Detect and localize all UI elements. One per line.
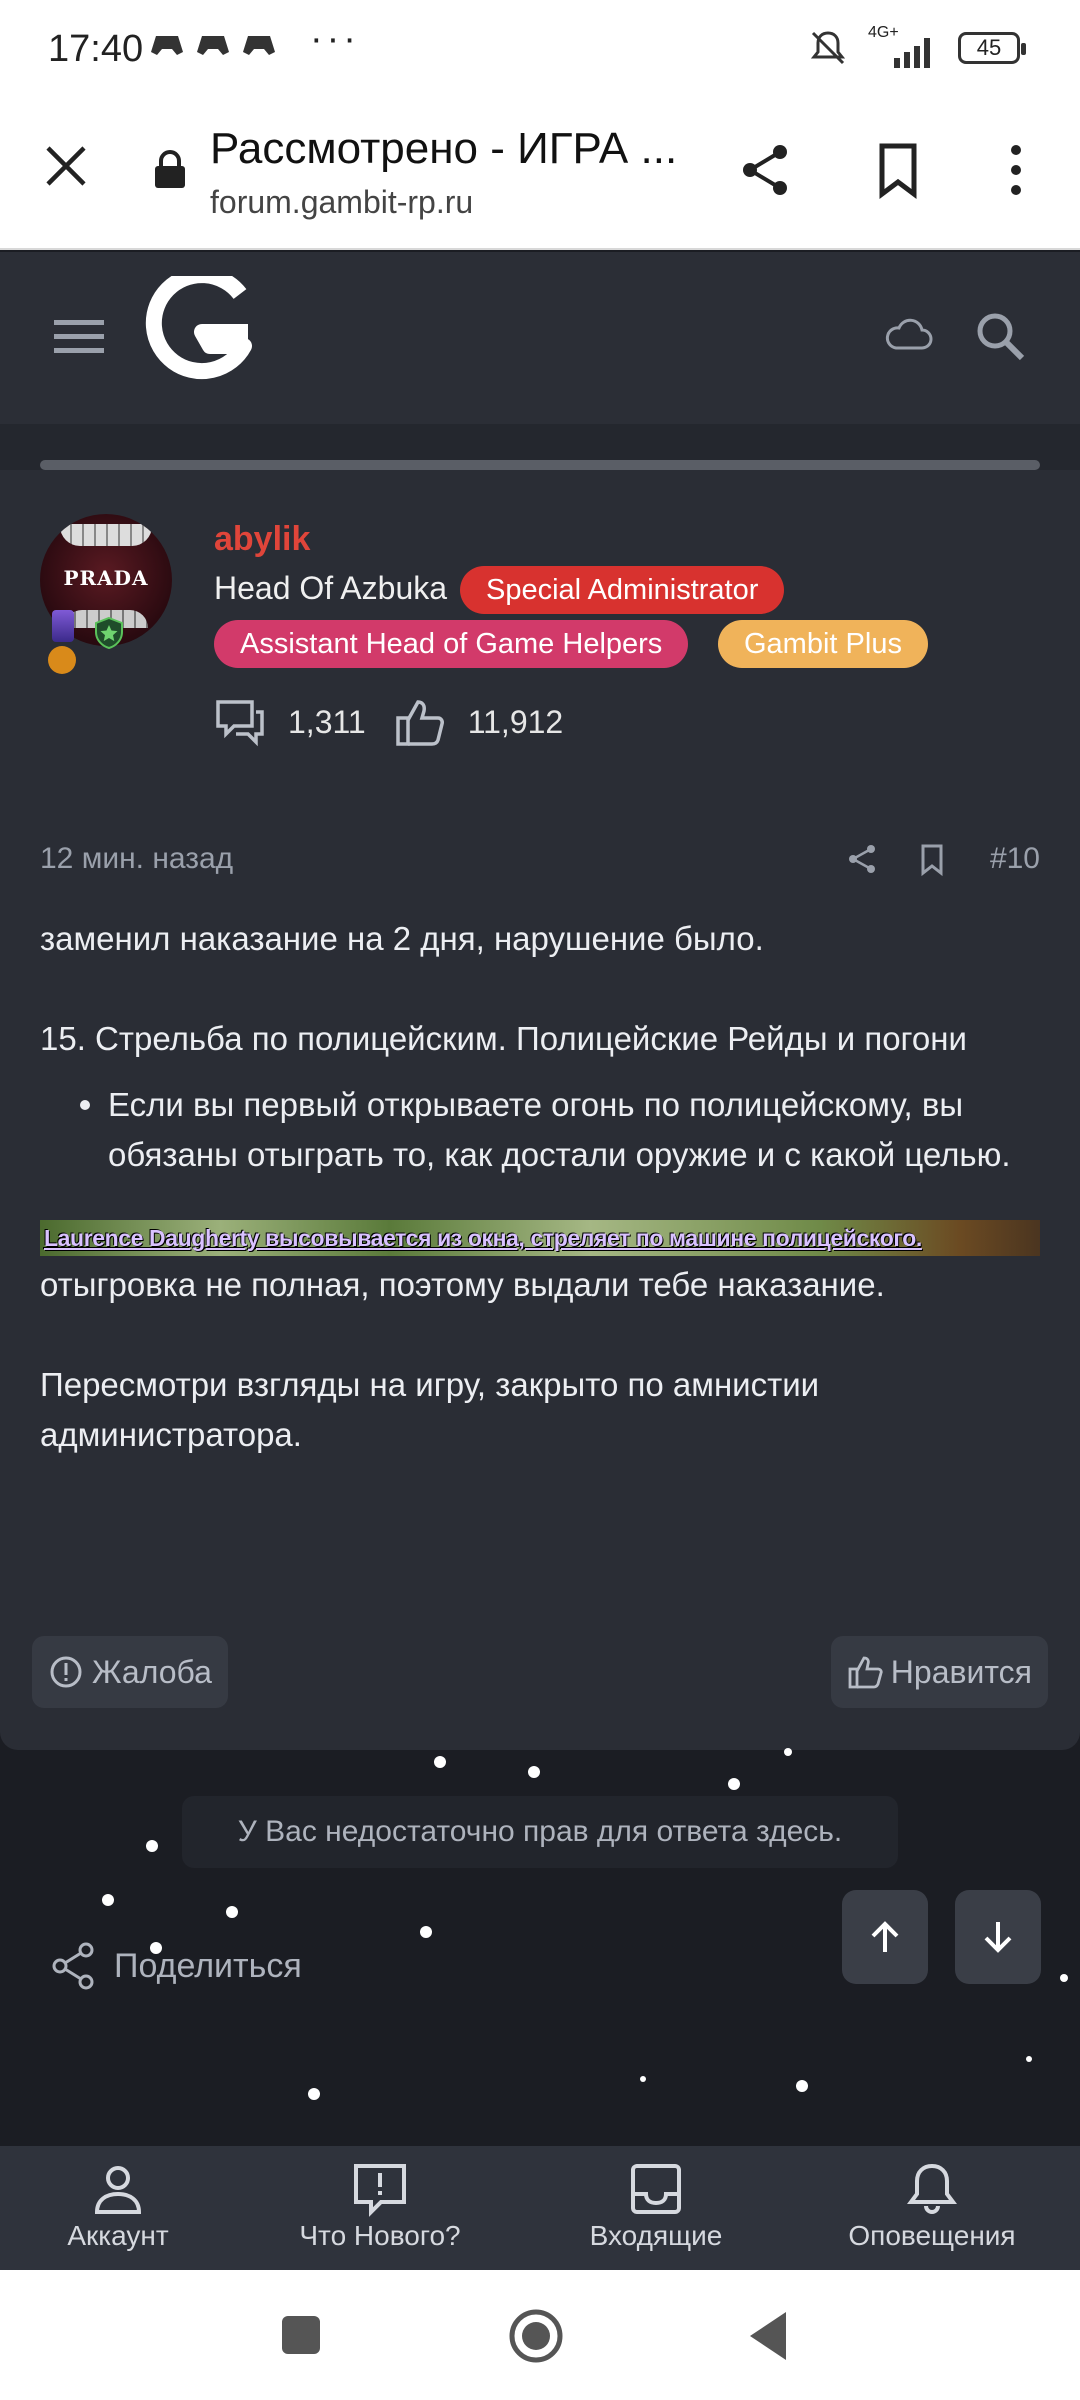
search-icon[interactable] — [972, 308, 1028, 364]
nav-whats-new[interactable]: Что Нового? — [290, 2160, 470, 2266]
nav-alerts-label: Оповещения — [848, 2220, 1016, 2251]
messages-icon — [216, 700, 264, 747]
list-item: Если вы первый открываете огонь по полиц… — [80, 1080, 1040, 1180]
like-button[interactable]: Нравится — [830, 1636, 1048, 1708]
shield-star-icon — [95, 616, 123, 650]
author-stats: 1,311 11,912 — [214, 692, 591, 752]
rank-badge-icon — [52, 610, 74, 642]
post-paragraph: Пересмотри взгляды на игру, закрыто по а… — [40, 1366, 820, 1453]
arrow-down-icon — [984, 1922, 1012, 1953]
nav-account-label: Аккаунт — [67, 2220, 169, 2251]
reactions-count: 11,912 — [467, 703, 564, 740]
post-time[interactable]: 12 мин. назад — [40, 842, 810, 876]
page-title: Рассмотрено - ИГРА ... — [210, 124, 678, 173]
thumbs-up-icon — [848, 1656, 883, 1689]
post-actions: Жалоба Нравится — [32, 1636, 1048, 1708]
post-paragraph: заменил наказание на 2 дня, нарушение бы… — [40, 920, 764, 957]
cloud-icon[interactable] — [880, 308, 936, 364]
post-paragraph: 15. Стрельба по полицейским. Полицейские… — [40, 1020, 967, 1057]
gamepad-icon — [243, 36, 275, 55]
page-url[interactable]: forum.gambit-rp.ru — [210, 184, 473, 221]
thumbs-up-icon — [395, 700, 444, 746]
signal-icon: 4G+ — [868, 24, 938, 68]
share-label: Поделиться — [114, 1946, 302, 1985]
bottom-navigation: Аккаунт Что Нового? Входящие Оповещения — [0, 2146, 1080, 2270]
avatar-teeth-top — [60, 524, 152, 546]
more-vert-icon[interactable] — [986, 140, 1046, 200]
post-list: Если вы первый открываете огонь по полиц… — [80, 1080, 1040, 1180]
bookmark-icon[interactable] — [868, 140, 928, 200]
user-banner-special-administrator: Special Administrator — [460, 566, 785, 614]
user-banner-gambit-plus: Gambit Plus — [718, 620, 928, 668]
post-number[interactable]: #10 — [990, 842, 1040, 876]
lock-icon[interactable] — [152, 150, 188, 190]
share-icon — [52, 1942, 94, 1990]
forum-header — [0, 252, 1080, 424]
arrow-up-icon — [871, 1921, 899, 1952]
nav-alerts[interactable]: Оповещения — [844, 2160, 1020, 2266]
post-paragraph: отыгровка не полная, поэтому выдали тебе… — [40, 1266, 885, 1303]
embedded-screenshot[interactable]: Laurence Daugherty высовывается из окна,… — [40, 1220, 1040, 1256]
report-button[interactable]: Жалоба — [32, 1636, 228, 1708]
page-progress-bar — [40, 460, 1040, 470]
share-thread-button[interactable]: Поделиться — [48, 1940, 302, 1992]
nav-account[interactable]: Аккаунт — [44, 2160, 192, 2266]
bookmark-icon[interactable] — [914, 841, 950, 877]
status-notification-icons — [150, 30, 276, 60]
share-icon[interactable] — [844, 841, 880, 877]
gamepad-icon — [151, 36, 183, 55]
battery-icon: 45 — [958, 32, 1026, 64]
like-label: Нравится — [890, 1653, 1032, 1690]
nav-whats-new-label: Что Нового? — [299, 2220, 461, 2251]
post-author-username[interactable]: abylik — [214, 520, 310, 559]
gambit-logo[interactable] — [140, 276, 260, 386]
forum-post: PRADA abylik Head Of Azbuka Special Admi… — [0, 470, 1080, 1750]
level-badge-icon — [48, 646, 76, 674]
screenshot-chat-text: Laurence Daugherty высовывается из окна,… — [44, 1225, 922, 1251]
post-author-title: Head Of Azbuka — [214, 570, 448, 606]
alert-circle-icon — [50, 1656, 82, 1688]
scroll-bottom-button[interactable] — [955, 1890, 1041, 1984]
permission-notice: У Вас недостаточно прав для ответа здесь… — [182, 1796, 898, 1868]
share-icon[interactable] — [736, 140, 796, 200]
close-icon[interactable] — [44, 144, 88, 188]
status-time: 17:40 — [48, 28, 144, 70]
report-label: Жалоба — [92, 1653, 212, 1690]
inbox-icon — [631, 2164, 681, 2214]
bell-icon — [907, 2163, 957, 2214]
nav-inbox-label: Входящие — [589, 2220, 723, 2251]
recents-icon[interactable] — [280, 2306, 324, 2366]
home-icon[interactable] — [506, 2306, 566, 2366]
post-body: заменил наказание на 2 дня, нарушение бы… — [40, 914, 1040, 1460]
avatar-brand-text: PRADA — [63, 566, 149, 590]
post-meta: 12 мин. назад #10 — [40, 834, 1040, 884]
nav-inbox[interactable]: Входящие — [578, 2160, 734, 2266]
browser-toolbar: Рассмотрено - ИГРА ... forum.gambit-rp.r… — [0, 100, 1080, 250]
more-notifications-icon: ··· — [310, 18, 360, 60]
menu-icon[interactable] — [54, 318, 104, 356]
gamepad-icon — [197, 36, 229, 55]
status-bar: 17:40 ··· 4G+ 45 — [0, 0, 1080, 100]
system-navigation-bar — [0, 2270, 1080, 2400]
messages-count: 1,311 — [288, 703, 366, 740]
user-banner-assistant-head: Assistant Head of Game Helpers — [214, 620, 689, 668]
bell-muted-icon — [810, 31, 846, 65]
account-icon — [94, 2166, 142, 2214]
scroll-top-button[interactable] — [842, 1890, 928, 1984]
back-icon[interactable] — [746, 2306, 790, 2366]
whats-new-icon — [354, 2164, 406, 2217]
